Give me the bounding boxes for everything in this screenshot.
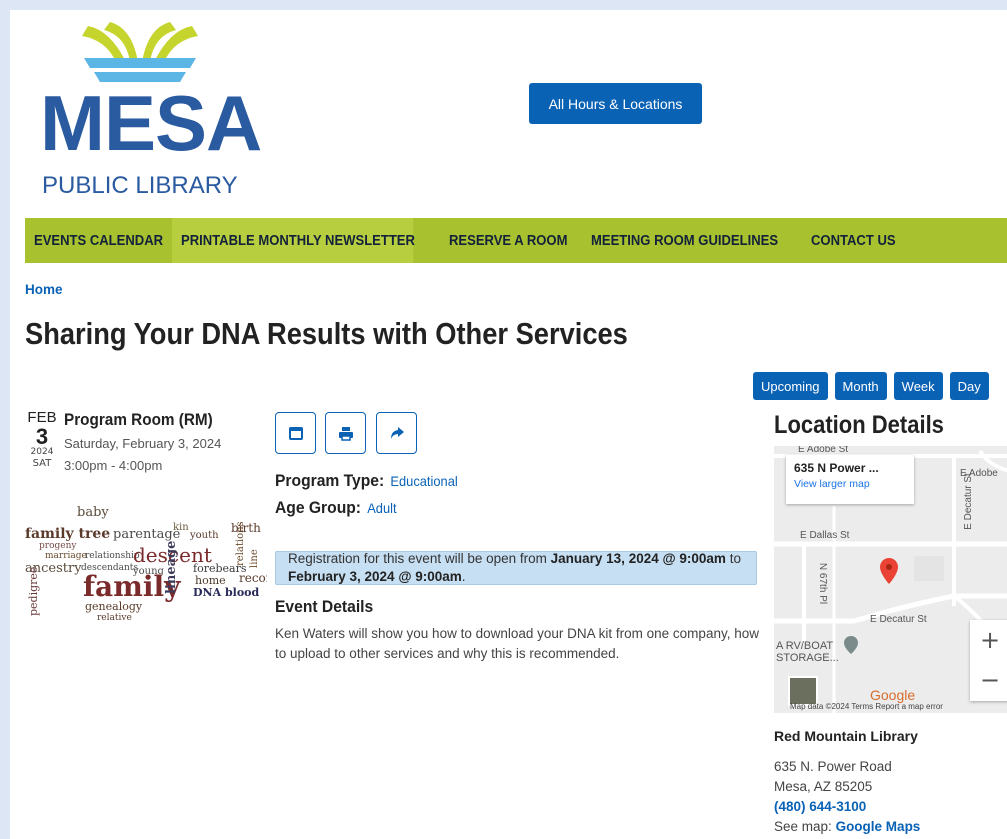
- print-icon: [338, 426, 353, 441]
- view-upcoming-button[interactable]: Upcoming: [753, 372, 828, 400]
- event-details-body: Ken Waters will show you how to download…: [275, 626, 759, 661]
- map-street-e-dallas: E Dallas St: [800, 530, 850, 541]
- page: MESA PUBLIC LIBRARY All Hours & Location…: [10, 10, 1007, 839]
- nav-item-meeting-room-guidelines[interactable]: MEETING ROOM GUIDELINES: [582, 218, 780, 263]
- view-week-button[interactable]: Week: [893, 372, 943, 400]
- program-type-label: Program Type:: [275, 471, 385, 490]
- add-to-calendar-button[interactable]: [275, 412, 316, 454]
- registration-end: February 3, 2024 @ 9:00am: [288, 569, 462, 584]
- view-month-button[interactable]: Month: [834, 372, 887, 400]
- event-date-badge: FEB 3 2024 SAT: [25, 410, 59, 469]
- svg-text:baby: baby: [77, 505, 109, 520]
- event-year: 2024: [30, 447, 54, 457]
- age-group-label: Age Group:: [275, 498, 362, 517]
- map-info-card: 635 N Power ... View larger map: [786, 455, 914, 504]
- nav-item-contact-us[interactable]: CONTACT US: [802, 218, 901, 263]
- map-zoom-controls: + −: [970, 620, 1007, 701]
- map-poi-icon: [844, 636, 858, 654]
- svg-text:pedigree: pedigree: [27, 567, 40, 616]
- view-day-button[interactable]: Day: [949, 372, 989, 400]
- google-logo: Google: [870, 687, 916, 703]
- map-street-e-decatur: E Decatur St: [870, 614, 927, 625]
- address-line-1: 635 N. Power Road: [774, 759, 892, 774]
- svg-text:relations: relations: [235, 521, 246, 566]
- svg-text:youth: youth: [189, 530, 219, 541]
- map-attribution[interactable]: Map data ©2024 Terms Report a map error: [790, 702, 943, 711]
- program-type: Program Type: Educational: [275, 471, 458, 491]
- svg-text:relationship: relationship: [85, 551, 140, 561]
- svg-text:progeny: progeny: [39, 541, 77, 551]
- share-button[interactable]: [376, 412, 417, 454]
- age-group-link[interactable]: Adult: [367, 500, 396, 516]
- see-map-label: See map:: [774, 819, 832, 834]
- google-maps-link[interactable]: Google Maps: [836, 819, 921, 834]
- breadcrumb-home[interactable]: Home: [25, 282, 63, 297]
- dna-wordcloud-image: baby family tree parentage kin youth bir…: [25, 505, 267, 623]
- svg-text:DNA blood: DNA blood: [193, 586, 260, 599]
- svg-text:line: line: [249, 549, 260, 568]
- registration-notice: Registration for this event will be open…: [275, 551, 757, 585]
- event-month: FEB: [27, 409, 57, 426]
- map-poi-storage: STORAGE...: [776, 652, 839, 664]
- location-details-heading: Location Details: [774, 411, 944, 439]
- svg-text:marriage: marriage: [45, 551, 87, 561]
- event-details-heading: Event Details: [275, 597, 374, 616]
- svg-text:parentage: parentage: [113, 527, 181, 542]
- svg-text:family tree: family tree: [25, 526, 110, 542]
- calendar-icon: [288, 427, 303, 440]
- logo-title: MESA: [40, 79, 262, 167]
- page-title: Sharing Your DNA Results with Other Serv…: [25, 316, 628, 351]
- map-card-title: 635 N Power ...: [794, 461, 879, 475]
- event-room: Program Room (RM): [64, 410, 213, 429]
- calendar-view-buttons: Upcoming Month Week Day: [753, 372, 989, 400]
- address-line-2: Mesa, AZ 85205: [774, 779, 873, 794]
- phone-link[interactable]: (480) 644-3100: [774, 799, 866, 814]
- event-date-full: Saturday, February 3, 2024: [64, 436, 222, 451]
- event-time: 3:00pm - 4:00pm: [64, 458, 163, 473]
- nav-item-reserve-room[interactable]: RESERVE A ROOM: [440, 218, 568, 263]
- logo-mark-icon: [82, 22, 198, 82]
- program-type-link[interactable]: Educational: [390, 473, 457, 489]
- registration-prefix: Registration for this event will be open…: [288, 551, 547, 566]
- map-poi-rv-boat: A RV/BOAT: [776, 640, 834, 652]
- map-street-e-adobe: E Adobe St: [798, 446, 849, 455]
- svg-text:record: record: [239, 571, 267, 585]
- logo-subtitle: PUBLIC LIBRARY: [42, 172, 238, 199]
- location-map[interactable]: E Adobe St E Adobe E Dallas St E Decatur…: [774, 446, 1007, 713]
- main-nav: EVENTS CALENDAR PRINTABLE MONTHLY NEWSLE…: [25, 218, 1007, 263]
- registration-mid: to: [729, 551, 741, 566]
- view-larger-map-link[interactable]: View larger map: [794, 478, 906, 490]
- event-day: 3: [35, 424, 49, 449]
- svg-text:relative: relative: [97, 613, 132, 623]
- nav-item-events-calendar[interactable]: EVENTS CALENDAR: [25, 218, 163, 263]
- share-icon: [390, 426, 404, 439]
- svg-text:genealogy: genealogy: [85, 600, 143, 613]
- svg-text:lineage: lineage: [164, 541, 179, 594]
- nav-item-printable-newsletter[interactable]: PRINTABLE MONTHLY NEWSLETTER: [172, 218, 415, 263]
- age-group: Age Group: Adult: [275, 498, 397, 518]
- see-map-row: See map: Google Maps: [774, 819, 920, 834]
- print-button[interactable]: [325, 412, 366, 454]
- map-street-e-decatur-vertical: E Decatur St: [962, 473, 974, 530]
- event-weekday: SAT: [32, 458, 52, 469]
- registration-start: January 13, 2024 @ 9:00am: [550, 551, 726, 566]
- all-hours-locations-button[interactable]: All Hours & Locations: [529, 83, 702, 124]
- svg-text:kin: kin: [173, 522, 189, 533]
- library-logo[interactable]: MESA PUBLIC LIBRARY: [40, 22, 270, 202]
- map-pin-icon[interactable]: [880, 558, 898, 584]
- zoom-out-button[interactable]: −: [970, 660, 1007, 700]
- zoom-in-button[interactable]: +: [970, 620, 1007, 660]
- map-street-n-67th: N 67th Pl: [817, 562, 829, 605]
- library-name: Red Mountain Library: [774, 728, 918, 744]
